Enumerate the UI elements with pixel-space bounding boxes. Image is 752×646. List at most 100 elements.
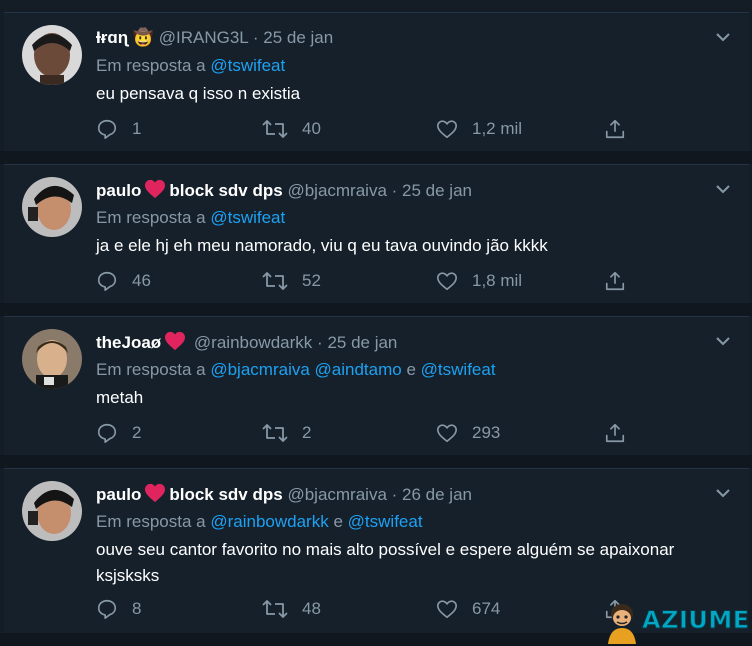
- divider: [0, 303, 752, 316]
- display-name[interactable]: Ɨɍɑɳ: [96, 28, 128, 47]
- reply-button[interactable]: 46: [96, 269, 151, 293]
- separator-dot: ·: [391, 485, 398, 504]
- retweet-button[interactable]: 40: [262, 117, 321, 141]
- mention-link[interactable]: @tswifeat: [348, 512, 423, 531]
- like-icon: [437, 120, 457, 139]
- display-name[interactable]: paulo: [96, 485, 141, 504]
- chevron-down-icon[interactable]: [715, 183, 731, 195]
- like-button[interactable]: 293: [436, 421, 500, 445]
- share-button[interactable]: [604, 421, 640, 445]
- tweet-text: ouve seu cantor favorito no mais alto po…: [96, 540, 675, 585]
- user-handle[interactable]: @bjacmraiva: [287, 485, 386, 504]
- reply-button[interactable]: 1: [96, 117, 141, 141]
- reply-icon: [97, 119, 117, 139]
- tweet-card[interactable]: paulo block sdv dps @bjacmraiva · 25 de j…: [4, 164, 749, 304]
- watermark: AZIUME: [602, 600, 750, 644]
- user-handle[interactable]: @bjacmraiva: [287, 181, 386, 200]
- reply-icon: [97, 271, 117, 291]
- mention-link[interactable]: @tswifeat: [210, 208, 285, 227]
- reply-joiner: e: [406, 360, 416, 379]
- mention-link[interactable]: @aindtamo: [315, 360, 402, 379]
- tweet-actions: 46 52 1,8 mil: [96, 269, 736, 293]
- like-icon: [437, 424, 457, 443]
- separator-dot: ·: [391, 181, 398, 200]
- heart-emoji-icon: [165, 331, 186, 351]
- tweet-header: theJoaø @rainbowdarkk · 25 de jan: [96, 331, 397, 353]
- user-handle[interactable]: @rainbowdarkk: [194, 333, 312, 352]
- retweet-icon: [262, 272, 288, 290]
- tweet-date[interactable]: 26 de jan: [402, 485, 472, 504]
- like-button[interactable]: 1,8 mil: [436, 269, 522, 293]
- retweet-icon: [262, 424, 288, 442]
- display-name-suffix[interactable]: block sdv dps: [169, 485, 282, 504]
- tweet-date[interactable]: 25 de jan: [402, 181, 472, 200]
- divider: [0, 455, 752, 468]
- reply-context: Em resposta a @tswifeat: [96, 207, 285, 229]
- share-icon: [605, 423, 625, 443]
- reply-count: 2: [132, 423, 142, 442]
- retweet-count: 40: [302, 119, 321, 138]
- tweet-date[interactable]: 25 de jan: [327, 333, 397, 352]
- reply-button[interactable]: 8: [96, 597, 141, 621]
- tweet-text: metah: [96, 388, 144, 407]
- retweet-icon: [262, 600, 288, 618]
- avatar[interactable]: [22, 25, 82, 85]
- reply-prefix: Em resposta a: [96, 208, 206, 227]
- like-count: 674: [472, 599, 501, 618]
- display-name[interactable]: theJoaø: [96, 333, 161, 352]
- mascot-icon: [608, 604, 636, 644]
- chevron-down-icon[interactable]: [715, 31, 731, 43]
- share-icon: [605, 119, 625, 139]
- retweet-button[interactable]: 52: [262, 269, 321, 293]
- share-button[interactable]: [604, 269, 640, 293]
- reply-count: 1: [132, 119, 142, 138]
- like-icon: [437, 600, 457, 619]
- like-button[interactable]: 674: [436, 597, 500, 621]
- retweet-button[interactable]: 2: [262, 421, 311, 445]
- reply-icon: [97, 423, 117, 443]
- reply-button[interactable]: 2: [96, 421, 141, 445]
- avatar[interactable]: [22, 481, 82, 541]
- timeline: Ɨɍɑɳ 🤠 @IRANG3L · 25 de jan Em resposta …: [0, 0, 752, 646]
- mention-link[interactable]: @rainbowdarkk: [210, 512, 328, 531]
- display-name[interactable]: paulo: [96, 181, 141, 200]
- reply-joiner: e: [333, 512, 343, 531]
- tweet-header: paulo block sdv dps @bjacmraiva · 26 de j…: [96, 483, 472, 505]
- user-handle[interactable]: @IRANG3L: [159, 28, 248, 47]
- mention-link[interactable]: @bjacmraiva: [210, 360, 309, 379]
- tweet-date[interactable]: 25 de jan: [263, 28, 333, 47]
- reply-prefix: Em resposta a: [96, 512, 206, 531]
- tweet-header: Ɨɍɑɳ 🤠 @IRANG3L · 25 de jan: [96, 27, 333, 49]
- reply-context: Em resposta a @bjacmraiva @aindtamo e @t…: [96, 359, 496, 381]
- reply-prefix: Em resposta a: [96, 56, 206, 75]
- heart-emoji-icon: [145, 483, 166, 503]
- like-count: 1,8 mil: [472, 271, 523, 290]
- like-count: 293: [472, 423, 501, 442]
- mention-link[interactable]: @tswifeat: [210, 56, 285, 75]
- tweet-card[interactable]: Ɨɍɑɳ 🤠 @IRANG3L · 25 de jan Em resposta …: [4, 12, 749, 152]
- separator-dot: ·: [252, 28, 259, 47]
- avatar[interactable]: [22, 177, 82, 237]
- share-button[interactable]: [604, 117, 640, 141]
- reply-context: Em resposta a @tswifeat: [96, 55, 285, 77]
- like-icon: [437, 272, 457, 291]
- tweet-card[interactable]: theJoaø @rainbowdarkk · 25 de jan Em res…: [4, 316, 749, 456]
- like-button[interactable]: 1,2 mil: [436, 117, 522, 141]
- chevron-down-icon[interactable]: [715, 487, 731, 499]
- mention-link[interactable]: @tswifeat: [421, 360, 496, 379]
- avatar[interactable]: [22, 329, 82, 389]
- divider: [0, 151, 752, 164]
- retweet-count: 52: [302, 271, 321, 290]
- reply-count: 8: [132, 599, 142, 618]
- display-name-suffix[interactable]: block sdv dps: [169, 181, 282, 200]
- tweet-header: paulo block sdv dps @bjacmraiva · 25 de j…: [96, 179, 472, 201]
- heart-emoji-icon: [145, 179, 166, 199]
- chevron-down-icon[interactable]: [715, 335, 731, 347]
- retweet-button[interactable]: 48: [262, 597, 321, 621]
- reply-count: 46: [132, 271, 151, 290]
- like-count: 1,2 mil: [472, 119, 523, 138]
- tweet-text: ja e ele hj eh meu namorado, viu q eu ta…: [96, 236, 548, 255]
- tweet-text: eu pensava q isso n existia: [96, 84, 301, 103]
- tweet-actions: 1 40 1,2 mil: [96, 117, 736, 141]
- separator-dot: ·: [317, 333, 323, 352]
